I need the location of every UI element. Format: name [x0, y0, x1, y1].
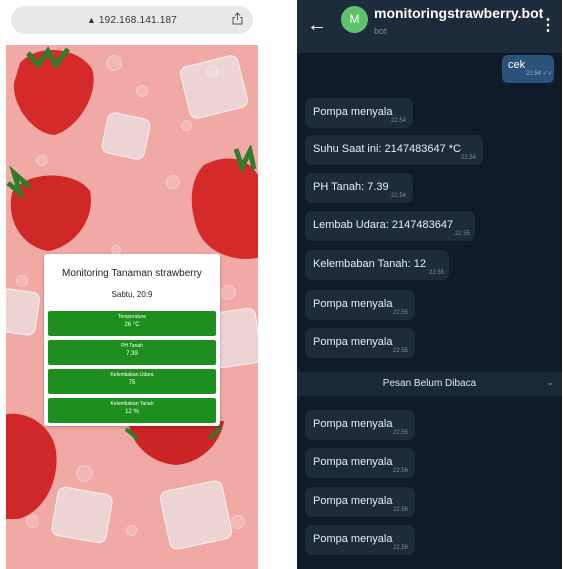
strawberry-image	[6, 165, 91, 251]
unread-label: Pesan Belum Dibaca	[382, 378, 477, 389]
message-text: cek	[508, 59, 526, 71]
sensor-value: 7.39	[126, 351, 138, 357]
incoming-message[interactable]: Pompa menyala 22.55	[305, 328, 415, 358]
message-time: 22.55	[393, 430, 409, 436]
message-time: 22.54	[391, 193, 407, 199]
chat-title[interactable]: monitoringstrawberry.bot	[374, 5, 543, 21]
strawberry-image	[191, 145, 258, 259]
card-time: Sabtu, 20:9	[111, 290, 153, 299]
message-time: 22.55	[393, 310, 409, 316]
message-text: Kelembaban Tanah: 12	[313, 258, 426, 270]
strawberry-image	[124, 421, 224, 465]
message-text: Suhu Saat ini: 2147483647 *C	[313, 143, 462, 155]
incoming-message[interactable]: PH Tanah: 7.39 22.54	[305, 173, 413, 203]
incoming-message[interactable]: Pompa menyala 22.56	[305, 525, 415, 555]
message-text: Pompa menyala	[313, 418, 393, 430]
message-text: Lembab Udara: 2147483647	[313, 219, 454, 231]
share-icon[interactable]	[232, 12, 243, 25]
message-time: 22.56	[393, 545, 409, 551]
sensor-label: Kelembaban Tanah	[110, 401, 154, 407]
sensor-kelembaban-tanah: Kelembaban Tanah 12 %	[48, 398, 216, 423]
chat-area[interactable]: cek 22.54 ✓✓ Pompa menyala 22.54 Suhu Sa…	[297, 53, 562, 569]
incoming-message[interactable]: Lembab Udara: 2147483647 22.55	[305, 211, 475, 241]
card-title: Monitoring Tanaman strawberry	[62, 268, 202, 279]
chat-subtitle: bot	[374, 26, 387, 36]
telegram-screen: ← M monitoringstrawberry.bot bot ⋮ cek 2…	[297, 0, 562, 569]
sensor-kelembaban-udara: Kelembaban Udara 75	[48, 369, 216, 394]
strawberry-image	[13, 46, 94, 136]
sensor-value: 12 %	[125, 409, 139, 415]
sensor-label: PH Tanah	[121, 343, 143, 349]
back-arrow-icon[interactable]: ←	[307, 14, 327, 37]
message-text: Pompa menyala	[313, 495, 393, 507]
sensor-temperature: Temperature 26 °C	[48, 311, 216, 336]
incoming-message[interactable]: Pompa menyala 22.55	[305, 410, 415, 440]
outgoing-message[interactable]: cek 22.54 ✓✓	[502, 55, 554, 83]
message-text: Pompa menyala	[313, 336, 393, 348]
sensor-label: Kelembaban Udara	[110, 372, 154, 378]
avatar[interactable]: M	[341, 6, 368, 33]
chat-header: ← M monitoringstrawberry.bot bot ⋮	[297, 0, 562, 53]
sensor-label: Temperature	[117, 314, 147, 320]
sensor-value: 26 °C	[124, 322, 140, 328]
message-time: 22.54 ✓✓	[526, 71, 553, 77]
incoming-message[interactable]: Pompa menyala 22.55	[305, 290, 415, 320]
incoming-message[interactable]: Pompa menyala 22.56	[305, 487, 415, 517]
message-text: Pompa menyala	[313, 533, 393, 545]
message-text: Pompa menyala	[313, 456, 393, 468]
unread-messages-divider: Pesan Belum Dibaca ⌄	[297, 372, 562, 396]
sensor-ph-tanah: PH Tanah 7.39	[48, 340, 216, 365]
read-check-icon: ✓✓	[542, 71, 553, 77]
incoming-message[interactable]: Pompa menyala 22.54	[305, 98, 413, 128]
warning-icon: ▲	[87, 15, 96, 25]
message-time: 22.55	[429, 270, 445, 276]
message-time: 22.54	[391, 118, 407, 124]
url-text: 192.168.141.187	[98, 14, 177, 26]
message-text: Pompa menyala	[313, 298, 393, 310]
message-time: 22.56	[393, 468, 409, 474]
more-vertical-icon[interactable]: ⋮	[540, 15, 556, 35]
chevron-down-icon[interactable]: ⌄	[546, 377, 554, 388]
message-text: PH Tanah: 7.39	[313, 181, 389, 193]
incoming-message[interactable]: Kelembaban Tanah: 12 22.55	[305, 250, 449, 280]
message-time: 22.54	[461, 155, 477, 161]
address-bar[interactable]: ▲ 192.168.141.187	[11, 6, 253, 34]
message-time: 22.56	[393, 507, 409, 513]
message-text: Pompa menyala	[313, 106, 393, 118]
incoming-message[interactable]: Pompa menyala 22.56	[305, 448, 415, 478]
incoming-message[interactable]: Suhu Saat ini: 2147483647 *C 22.54	[305, 135, 483, 165]
sensor-value: 75	[128, 380, 136, 386]
message-time: 22.55	[393, 348, 409, 354]
message-time: 22.55	[455, 231, 471, 237]
monitoring-card: Monitoring Tanaman strawberry Sabtu, 20:…	[44, 254, 220, 426]
browser-screen: ▲ 192.168.141.187 Monitoring Tanaman str…	[6, 0, 258, 569]
